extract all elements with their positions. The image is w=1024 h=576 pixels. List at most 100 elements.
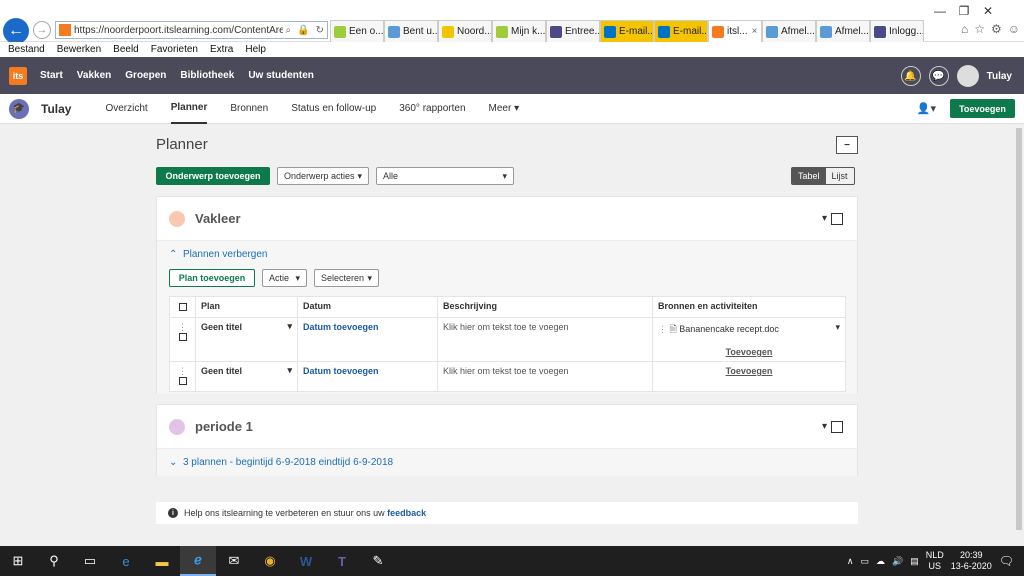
notifications-icon[interactable]: 🗨 bbox=[999, 554, 1014, 568]
chrome-icon[interactable]: ◉ bbox=[252, 546, 288, 576]
browser-tab[interactable]: itsl... × bbox=[708, 20, 762, 42]
feedback-link[interactable]: feedback bbox=[387, 508, 426, 518]
page-scrollbar[interactable] bbox=[1014, 124, 1024, 544]
close-tab-icon[interactable]: × bbox=[752, 26, 758, 37]
nav-bibliotheek[interactable]: Bibliotheek bbox=[180, 70, 234, 81]
tab-overzicht[interactable]: Overzicht bbox=[105, 94, 147, 124]
browser-tab[interactable]: Afmel... bbox=[816, 20, 870, 42]
collapse-all-button[interactable]: − bbox=[836, 136, 858, 154]
view-list-button[interactable]: Lijst bbox=[826, 168, 854, 184]
mail-icon[interactable]: ✉ bbox=[216, 546, 252, 576]
itslearning-logo[interactable]: its bbox=[9, 66, 27, 85]
row-checkbox[interactable] bbox=[178, 333, 187, 341]
avatar[interactable] bbox=[956, 65, 979, 87]
menu-item[interactable]: Beeld bbox=[113, 44, 139, 55]
menu-item[interactable]: Favorieten bbox=[151, 44, 198, 55]
caret-down-icon[interactable]: ▾ bbox=[822, 421, 827, 432]
file-explorer-icon[interactable]: ▬ bbox=[144, 546, 180, 576]
show-plans-toggle[interactable]: ⌄ 3 plannen - begintijd 6-9-2018 eindtij… bbox=[169, 457, 393, 468]
edge-icon[interactable]: e bbox=[108, 546, 144, 576]
menu-item[interactable]: Help bbox=[245, 44, 266, 55]
browser-tab[interactable]: E-mail... bbox=[654, 20, 708, 42]
tray-volume-icon[interactable]: 🔊 bbox=[892, 556, 903, 567]
plan-menu-caret-icon[interactable]: ▾ bbox=[287, 321, 292, 332]
tab-360-rapporten[interactable]: 360° rapporten bbox=[399, 94, 465, 124]
word-icon[interactable]: W bbox=[288, 546, 324, 576]
row-checkbox[interactable] bbox=[178, 377, 187, 385]
browser-tab[interactable]: Noord... bbox=[438, 20, 492, 42]
tray-network-icon[interactable]: ▤ bbox=[910, 556, 919, 567]
nav-start[interactable]: Start bbox=[40, 70, 63, 81]
tray-battery-icon[interactable]: ▭ bbox=[860, 556, 869, 567]
col-datum[interactable]: Datum bbox=[297, 296, 438, 318]
forward-button[interactable]: → bbox=[33, 21, 51, 39]
close-icon[interactable]: ✕ bbox=[976, 4, 1000, 18]
filter-select[interactable]: Alle ▾ bbox=[376, 167, 514, 185]
tab-status-follow-up[interactable]: Status en follow-up bbox=[291, 94, 376, 124]
teams-icon[interactable]: T bbox=[324, 546, 360, 576]
browser-tab[interactable]: Een o... bbox=[330, 20, 384, 42]
input-language[interactable]: NLD US bbox=[926, 550, 944, 572]
description-cell[interactable]: Klik hier om tekst toe te voegen bbox=[437, 361, 653, 392]
plan-menu-caret-icon[interactable]: ▾ bbox=[287, 365, 292, 376]
tab-planner[interactable]: Planner bbox=[170, 94, 208, 124]
add-resource-link[interactable]: Toevoegen bbox=[726, 347, 773, 357]
internet-explorer-icon[interactable]: ℯ bbox=[180, 546, 216, 576]
browser-tab[interactable]: Entree... bbox=[546, 20, 600, 42]
menu-item[interactable]: Extra bbox=[210, 44, 233, 55]
toevoegen-button[interactable]: Toevoegen bbox=[950, 99, 1015, 118]
topic-actions-dropdown[interactable]: Onderwerp acties ▾ bbox=[277, 167, 369, 185]
clock[interactable]: 20:39 13-6-2020 bbox=[951, 550, 992, 572]
person-menu-icon[interactable]: 👤▾ bbox=[917, 102, 936, 115]
plan-cell[interactable]: Geen titel ▾ bbox=[195, 361, 298, 392]
browser-tab[interactable]: Bent u... bbox=[384, 20, 438, 42]
messages-icon[interactable]: 💬 bbox=[928, 66, 949, 86]
add-topic-button[interactable]: Onderwerp toevoegen bbox=[156, 167, 270, 185]
search-icon[interactable]: ⌕ bbox=[286, 25, 292, 36]
smiley-icon[interactable]: ☺ bbox=[1008, 22, 1020, 36]
tray-up-icon[interactable]: ∧ bbox=[847, 556, 854, 567]
app-icon[interactable]: ✎ bbox=[360, 546, 396, 576]
description-cell[interactable]: Klik hier om tekst toe te voegen bbox=[437, 317, 653, 362]
col-plan[interactable]: Plan bbox=[195, 296, 298, 318]
topic-checkbox[interactable] bbox=[831, 212, 843, 225]
menu-item[interactable]: Bewerken bbox=[57, 44, 101, 55]
browser-tab[interactable]: Mijn k... bbox=[492, 20, 546, 42]
windows-start-icon[interactable]: ⊞ bbox=[0, 546, 36, 576]
add-resource-link[interactable]: Toevoegen bbox=[726, 366, 773, 376]
select-dropdown[interactable]: Selecteren ▾ bbox=[314, 269, 379, 287]
browser-tab[interactable]: E-mail... bbox=[600, 20, 654, 42]
scrollbar-thumb[interactable] bbox=[1016, 128, 1022, 530]
home-icon[interactable]: ⌂ bbox=[961, 22, 968, 36]
nav-groepen[interactable]: Groepen bbox=[125, 70, 166, 81]
tab-bronnen[interactable]: Bronnen bbox=[230, 94, 268, 124]
caret-down-icon[interactable]: ▾ bbox=[822, 213, 827, 224]
menu-item[interactable]: Bestand bbox=[8, 44, 45, 55]
resource-link[interactable]: Bananencake recept.doc bbox=[679, 324, 779, 334]
notifications-bell-icon[interactable]: 🔔 bbox=[900, 66, 921, 86]
topic-title[interactable]: Vakleer bbox=[195, 211, 241, 226]
browser-tab[interactable]: Afmel... bbox=[762, 20, 816, 42]
col-beschrijving[interactable]: Beschrijving bbox=[437, 296, 653, 318]
settings-gear-icon[interactable]: ⚙ bbox=[991, 22, 1002, 36]
action-dropdown[interactable]: Actie ▾ bbox=[262, 269, 307, 287]
browser-tab[interactable]: Inlogg... bbox=[870, 20, 924, 42]
plan-cell[interactable]: Geen titel ▾ bbox=[195, 317, 298, 362]
add-plan-button[interactable]: Plan toevoegen bbox=[169, 269, 255, 287]
tab-meer[interactable]: Meer ▾ bbox=[489, 94, 520, 124]
course-title[interactable]: Tulay bbox=[41, 102, 71, 116]
drag-handle-icon[interactable]: ⋮ bbox=[178, 366, 187, 376]
col-bronnen[interactable]: Bronnen en activiteiten bbox=[652, 296, 846, 318]
resource-menu-caret-icon[interactable]: ▾ bbox=[835, 322, 840, 333]
address-bar[interactable]: https://noorderpoort.itslearning.com/Con… bbox=[55, 21, 328, 39]
nav-vakken[interactable]: Vakken bbox=[77, 70, 111, 81]
add-date-link[interactable]: Datum toevoegen bbox=[303, 366, 379, 376]
restore-icon[interactable]: ❐ bbox=[952, 4, 976, 18]
topic-title[interactable]: periode 1 bbox=[195, 419, 253, 434]
back-button[interactable]: ← bbox=[3, 18, 29, 44]
plan-title[interactable]: Geen titel bbox=[201, 366, 242, 376]
hide-plans-toggle[interactable]: ⌃ Plannen verbergen bbox=[169, 249, 267, 260]
drag-handle-icon[interactable]: ⋮ bbox=[658, 324, 667, 334]
topic-checkbox[interactable] bbox=[831, 420, 843, 433]
drag-handle-icon[interactable]: ⋮ bbox=[178, 322, 187, 332]
